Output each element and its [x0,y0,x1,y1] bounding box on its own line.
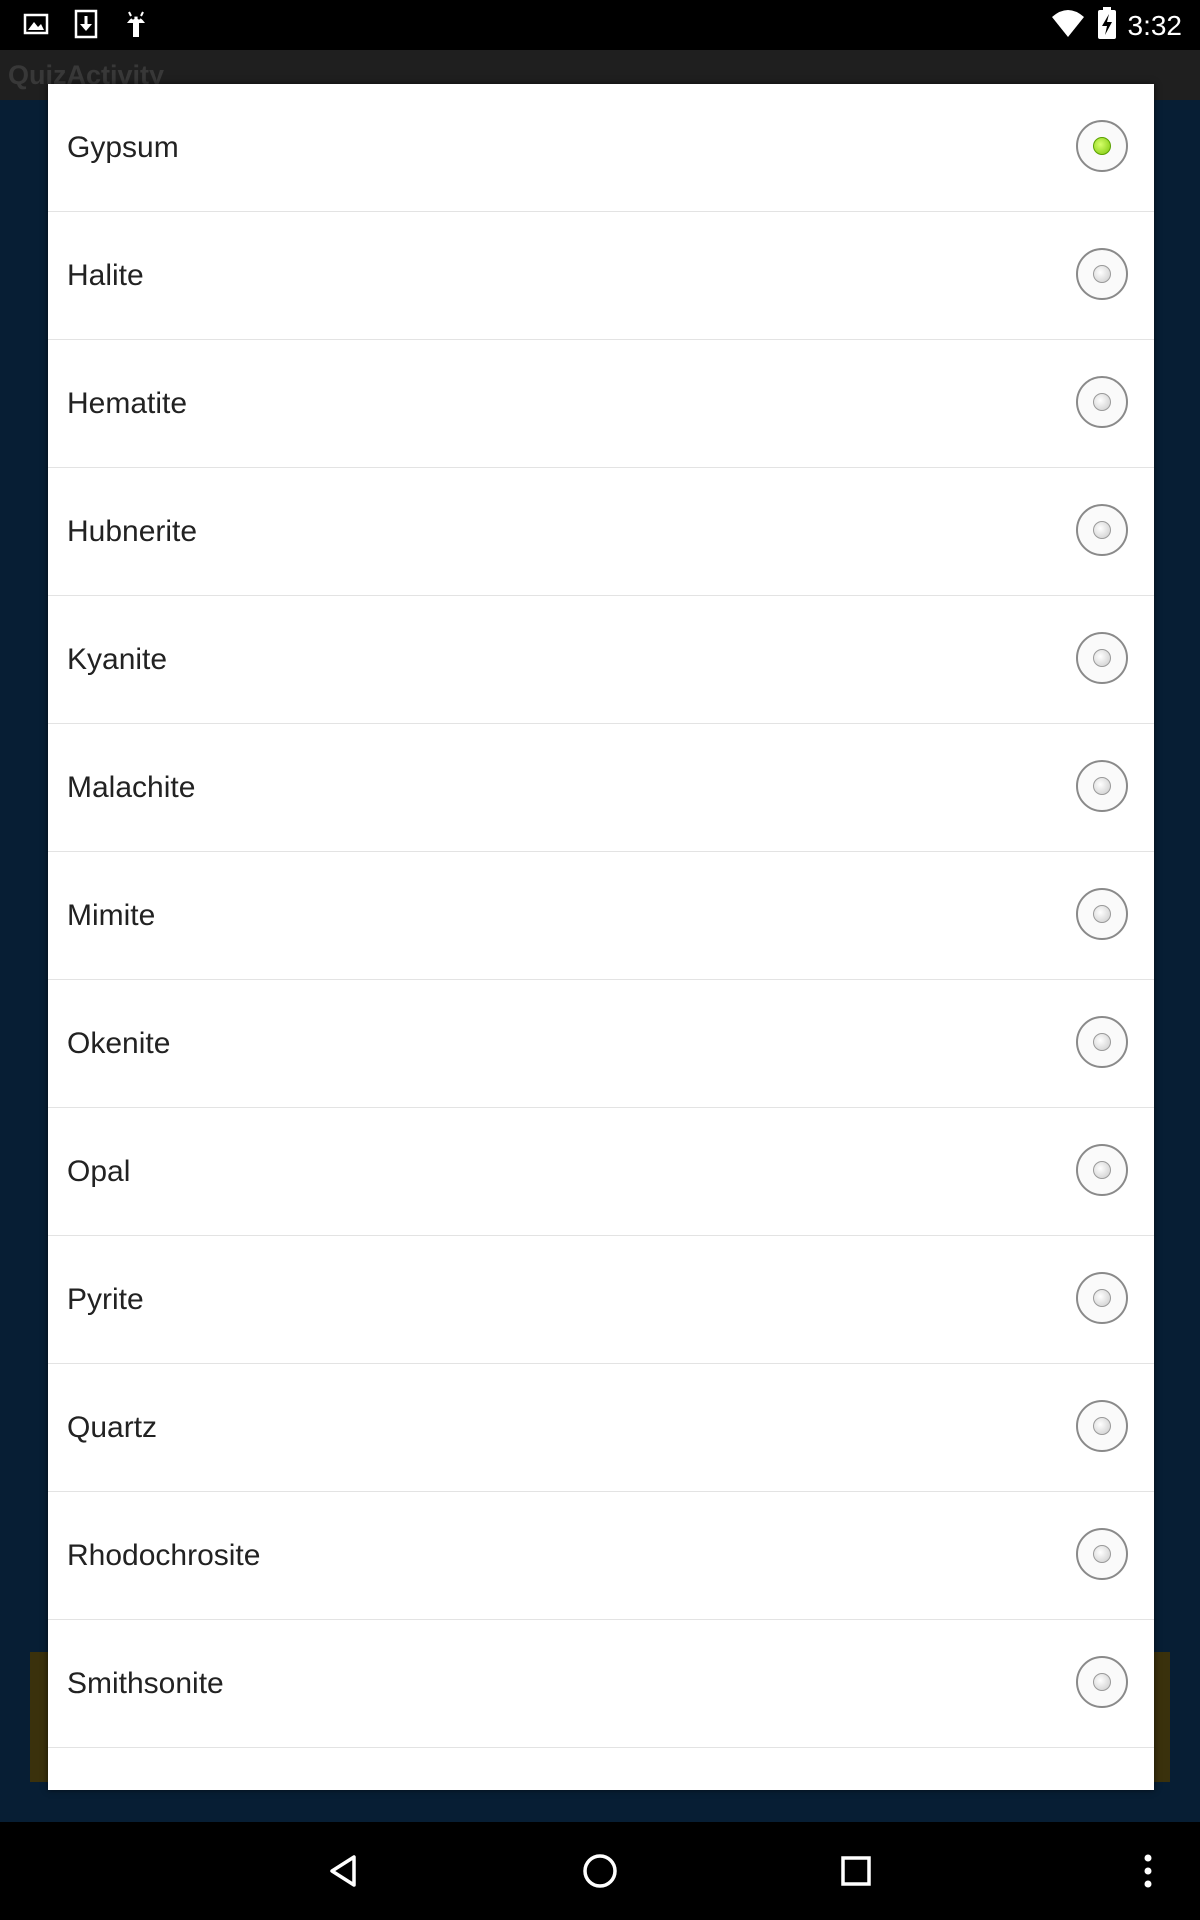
radio-button[interactable] [1076,375,1128,428]
option-label: Hematite [67,386,188,420]
radio-indicator [1093,520,1111,539]
download-icon [70,8,102,40]
radio-button[interactable] [1076,503,1128,556]
option-list[interactable]: Gypsum Halite Hematite Hubnerite Kyanite Mala… [48,84,1154,1748]
option-label: Pyrite [67,1282,144,1316]
option-row[interactable]: Kyanite [48,596,1154,724]
radio-button[interactable] [1076,1399,1128,1452]
radio-indicator [1093,264,1111,283]
radio-button[interactable] [1076,1143,1128,1196]
wifi-icon [1050,7,1086,44]
option-label: Rhodochrosite [67,1538,261,1572]
radio-button[interactable] [1076,1015,1128,1068]
option-row[interactable]: Gypsum [48,84,1154,212]
option-label: Halite [67,258,144,292]
radio-button[interactable] [1076,1655,1128,1708]
radio-indicator [1093,1032,1111,1051]
navigation-bar [0,1822,1200,1920]
mineral-choice-dialog: Gypsum Halite Hematite Hubnerite Kyanite Mala… [48,84,1154,1790]
option-row[interactable]: Pyrite [48,1236,1154,1364]
option-label: Okenite [67,1026,171,1060]
radio-indicator [1093,648,1111,667]
option-label: Smithsonite [67,1666,224,1700]
option-label: Malachite [67,770,196,804]
radio-indicator [1093,136,1111,155]
radio-button[interactable] [1076,1527,1128,1580]
radio-indicator [1093,776,1111,795]
battery-charging-icon [1096,6,1118,45]
option-label: Hubnerite [67,514,198,548]
system-status: 3:32 [1050,6,1183,45]
radio-button[interactable] [1076,1271,1128,1324]
option-row[interactable]: Halite [48,212,1154,340]
radio-indicator [1093,1672,1111,1691]
radio-indicator [1093,904,1111,923]
radio-indicator [1093,1544,1111,1563]
option-row[interactable]: Quartz [48,1364,1154,1492]
option-row[interactable]: Mimite [48,852,1154,980]
notification-icons [20,8,152,40]
status-bar: 3:32 [0,0,1200,50]
option-label: Quartz [67,1410,158,1444]
android-icon [120,8,152,40]
home-icon[interactable] [580,1851,620,1891]
option-label: Opal [67,1154,131,1188]
radio-indicator [1093,392,1111,411]
option-row[interactable]: Okenite [48,980,1154,1108]
recents-icon[interactable] [836,1851,876,1891]
option-row[interactable]: Malachite [48,724,1154,852]
option-row[interactable]: Rhodochrosite [48,1492,1154,1620]
radio-button[interactable] [1076,247,1128,300]
option-row[interactable]: Opal [48,1108,1154,1236]
option-label: Gypsum [67,130,179,164]
overflow-menu-icon[interactable] [1128,1851,1168,1891]
option-row[interactable]: Smithsonite [48,1620,1154,1748]
image-icon [20,8,52,40]
back-icon[interactable] [324,1851,364,1891]
radio-indicator [1093,1160,1111,1179]
radio-indicator [1093,1416,1111,1435]
option-label: Mimite [67,898,156,932]
radio-button[interactable] [1076,759,1128,812]
clock: 3:32 [1127,9,1183,41]
option-row[interactable]: Hubnerite [48,468,1154,596]
option-row[interactable]: Hematite [48,340,1154,468]
radio-indicator [1093,1288,1111,1307]
radio-button-checked[interactable] [1076,119,1128,172]
option-label: Kyanite [67,642,168,676]
radio-button[interactable] [1076,887,1128,940]
radio-button[interactable] [1076,631,1128,684]
